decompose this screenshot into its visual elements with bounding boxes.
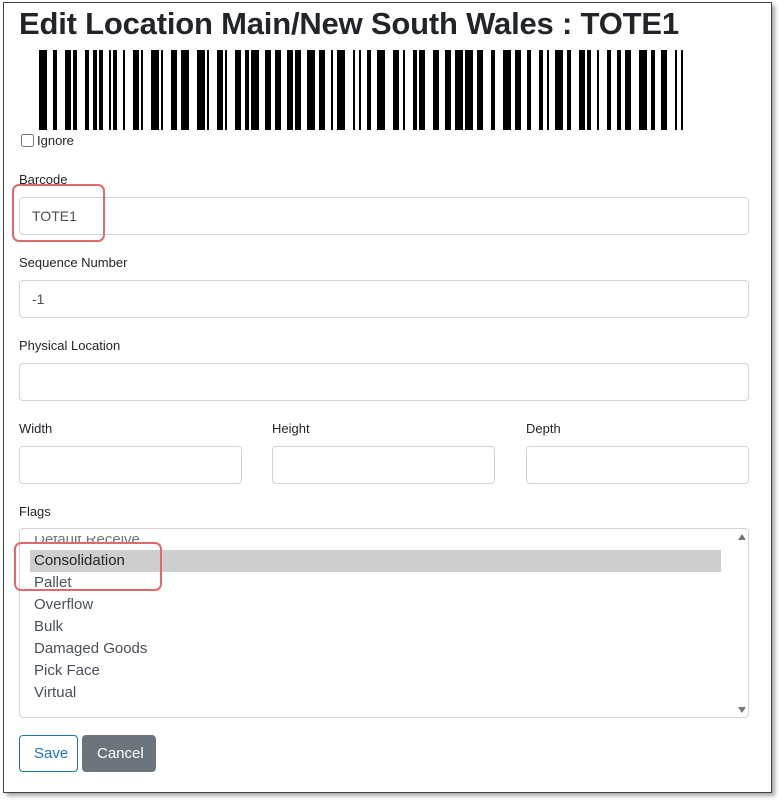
barcode-bar [539, 50, 543, 130]
barcode-bar [225, 50, 227, 130]
flags-scrollbar[interactable] [736, 529, 748, 717]
flag-option[interactable]: Default Receive [20, 536, 738, 550]
barcode-bar [445, 50, 451, 130]
page-title: Edit Location Main/New South Wales : TOT… [19, 6, 679, 41]
barcode-bar [455, 50, 463, 130]
depth-input[interactable] [526, 446, 749, 484]
sequence-number-label: Sequence Number [19, 255, 128, 270]
barcode-bar [465, 50, 473, 130]
height-input[interactable] [272, 446, 495, 484]
barcode-bar [597, 50, 599, 130]
flag-option-selected[interactable]: Consolidation [30, 550, 721, 572]
barcode-bar [503, 50, 511, 130]
flag-option[interactable]: Pick Face [20, 660, 738, 682]
barcode-bar [419, 50, 425, 130]
barcode-bar [515, 50, 521, 130]
scroll-down-arrow-icon[interactable] [738, 707, 746, 713]
barcode-bar [319, 50, 325, 130]
barcode-bar [171, 50, 177, 130]
flag-option[interactable]: Damaged Goods [20, 638, 738, 660]
barcode-bar [433, 50, 439, 130]
barcode-bar [651, 50, 655, 130]
barcode-bar [133, 50, 139, 130]
barcode-bar [39, 50, 47, 130]
barcode-bar [307, 50, 315, 130]
barcode-bar [99, 50, 103, 130]
barcode-bar [353, 50, 355, 130]
ignore-label: Ignore [37, 133, 74, 148]
flag-option[interactable]: Virtual [20, 682, 738, 704]
barcode-bar [93, 50, 97, 130]
physical-location-label: Physical Location [19, 338, 121, 353]
barcode-bar [161, 50, 163, 130]
barcode-bar [579, 50, 585, 130]
barcode-input[interactable] [19, 197, 749, 235]
barcode-bar [65, 50, 71, 130]
barcode-bar [607, 50, 611, 130]
height-label: Height [272, 421, 310, 436]
barcode-label: Barcode [19, 172, 68, 187]
flag-option[interactable]: Overflow [20, 594, 738, 616]
barcode-bar [681, 50, 683, 130]
barcode-bar [141, 50, 143, 130]
barcode-bar [275, 50, 281, 130]
edit-location-form: Edit Location Main/New South Wales : TOT… [3, 2, 772, 793]
barcode-bar [337, 50, 345, 130]
barcode-bar [491, 50, 495, 130]
barcode-bar [567, 50, 571, 130]
width-input[interactable] [19, 446, 242, 484]
cancel-button[interactable]: Cancel [82, 735, 156, 772]
flag-option[interactable]: Pallet [20, 572, 738, 594]
sequence-number-input[interactable] [19, 280, 749, 318]
barcode-bar [295, 50, 301, 130]
flags-label: Flags [19, 504, 51, 519]
barcode-bar [625, 50, 631, 130]
barcode-bar [331, 50, 333, 130]
barcode-bar [547, 50, 549, 130]
barcode-bar [151, 50, 159, 130]
barcode-bar [587, 50, 591, 130]
barcode-bar [53, 50, 57, 130]
barcode-bar [555, 50, 563, 130]
barcode-bar [413, 50, 417, 130]
barcode-bar [113, 50, 117, 130]
barcode-bar [287, 50, 293, 130]
barcode-bar [217, 50, 223, 130]
barcode-bar [235, 50, 241, 130]
barcode-bar [265, 50, 271, 130]
barcode-bar [359, 50, 361, 130]
barcode-bar [377, 50, 385, 130]
barcode-bar [245, 50, 249, 130]
barcode-bar [123, 50, 125, 130]
flag-option[interactable]: Bulk [20, 616, 738, 638]
save-button[interactable]: Save [19, 735, 78, 772]
ignore-checkbox-row[interactable]: Ignore [20, 133, 74, 148]
barcode-bar [85, 50, 89, 130]
barcode-bar [251, 50, 259, 130]
barcode-bar [197, 50, 205, 130]
barcode-bar [367, 50, 371, 130]
depth-label: Depth [526, 421, 561, 436]
barcode-bar [109, 50, 111, 130]
physical-location-input[interactable] [19, 363, 749, 401]
barcode-bar [661, 50, 667, 130]
ignore-checkbox[interactable] [21, 134, 34, 147]
barcode-bar [403, 50, 405, 130]
barcode-bar [477, 50, 483, 130]
barcode-bar [675, 50, 677, 130]
barcode-bar [393, 50, 399, 130]
barcode-bar [207, 50, 209, 130]
scroll-up-arrow-icon[interactable] [738, 534, 746, 540]
barcode-bar [527, 50, 531, 130]
barcode-bar [639, 50, 647, 130]
width-label: Width [19, 421, 53, 436]
barcode-image [39, 50, 683, 130]
flags-listbox[interactable]: Default Receive Consolidation Pallet Ove… [19, 528, 749, 718]
barcode-bar [73, 50, 77, 130]
barcode-bar [617, 50, 621, 130]
barcode-bar [181, 50, 189, 130]
